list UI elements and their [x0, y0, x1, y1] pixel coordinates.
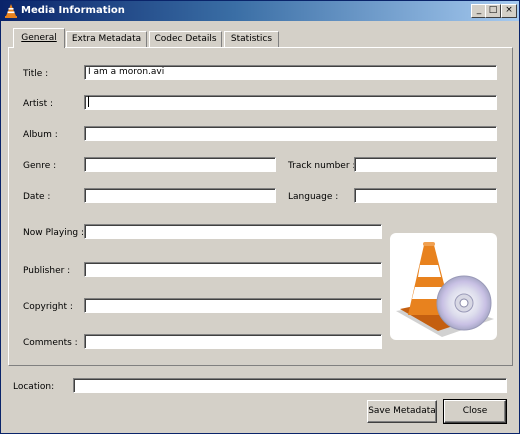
- publisher-field[interactable]: [84, 262, 382, 277]
- location-field[interactable]: [73, 378, 507, 393]
- album-art: [390, 233, 497, 340]
- window-title: Media Information: [21, 5, 125, 16]
- close-button[interactable]: Close: [443, 399, 507, 424]
- genre-label: Genre :: [23, 161, 57, 171]
- now-playing-field[interactable]: [84, 224, 382, 239]
- genre-field[interactable]: [84, 157, 276, 172]
- maximize-button[interactable]: □: [485, 4, 501, 18]
- album-field[interactable]: [84, 126, 497, 141]
- album-label: Album :: [23, 130, 58, 140]
- tab-statistics[interactable]: Statistics: [224, 31, 279, 47]
- save-metadata-button[interactable]: Save Metadata: [367, 400, 437, 423]
- copyright-field[interactable]: [84, 298, 382, 313]
- now-playing-label: Now Playing :: [23, 228, 85, 238]
- title-label: Title :: [23, 69, 49, 79]
- comments-field[interactable]: [84, 334, 382, 349]
- track-number-field[interactable]: [354, 157, 497, 172]
- tab-general[interactable]: General: [13, 28, 65, 48]
- location-label: Location:: [13, 382, 55, 392]
- title-field[interactable]: I am a moron.avi: [84, 65, 497, 80]
- vlc-app-icon: [5, 4, 17, 18]
- vlc-cone-cd-icon: [396, 242, 494, 337]
- language-label: Language :: [288, 192, 339, 202]
- track-number-label: Track number :: [288, 161, 356, 171]
- tab-extra-metadata[interactable]: Extra Metadata: [66, 31, 147, 47]
- language-field[interactable]: [354, 188, 497, 203]
- date-field[interactable]: [84, 188, 276, 203]
- media-information-window: Media Information _ □ × General Extra Me…: [0, 0, 520, 434]
- title-bar[interactable]: Media Information _ □ ×: [1, 1, 519, 21]
- artist-label: Artist :: [23, 99, 53, 109]
- text-caret: [88, 96, 89, 107]
- publisher-label: Publisher :: [23, 266, 71, 276]
- tab-codec-details[interactable]: Codec Details: [149, 31, 222, 47]
- comments-label: Comments :: [23, 338, 78, 348]
- date-label: Date :: [23, 192, 51, 202]
- copyright-label: Copyright :: [23, 302, 73, 312]
- close-window-button[interactable]: ×: [501, 4, 517, 18]
- artist-field[interactable]: [84, 95, 497, 110]
